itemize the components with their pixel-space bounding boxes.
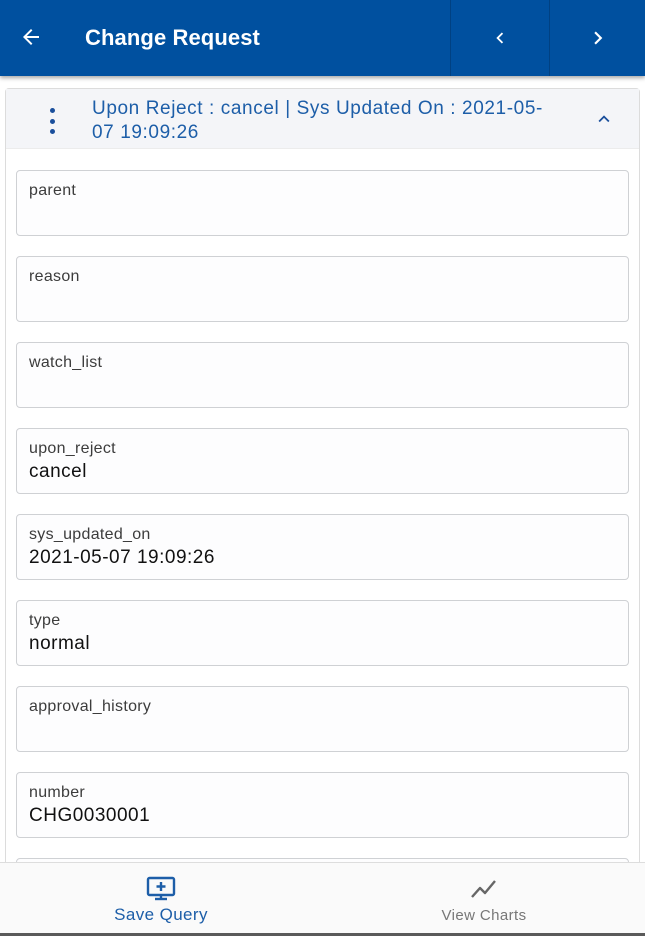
section-header[interactable]: Upon Reject : cancel | Sys Updated On : … [6,89,639,149]
save-query-button[interactable]: Save Query [0,863,322,934]
field-value: 2021-05-07 19:09:26 [29,547,215,568]
line-chart-icon [468,876,500,902]
field-label: type [29,612,61,629]
field-label: parent [29,182,77,199]
field-label: number [29,784,86,801]
view-charts-button[interactable]: View Charts [323,863,645,934]
field-watch-list[interactable]: watch_list [16,342,629,408]
field-value: normal [29,633,91,654]
field-parent[interactable]: parent [16,170,629,236]
field-label: watch_list [29,354,103,371]
view-charts-label: View Charts [441,907,527,924]
app-bar: Change Request [0,0,645,76]
field-approval-history[interactable]: approval_history [16,686,629,752]
section-title: Upon Reject : cancel | Sys Updated On : … [92,98,543,143]
field-value: cancel [29,461,87,482]
field-type[interactable]: type normal [16,600,629,666]
record-section: Upon Reject : cancel | Sys Updated On : … [5,88,640,862]
monitor-plus-icon [145,876,177,902]
back-button[interactable] [14,20,48,54]
previous-record-button[interactable] [450,0,548,76]
field-label: reason [29,268,80,285]
field-number[interactable]: number CHG0030001 [16,772,629,838]
field-sys-updated-on[interactable]: sys_updated_on 2021-05-07 19:09:26 [16,514,629,580]
field-label: upon_reject [29,440,116,457]
field-label: approval_history [29,698,152,715]
field-value: CHG0030001 [29,805,151,826]
chevron-right-icon [593,31,602,45]
save-query-label: Save Query [114,905,208,924]
field-reason[interactable]: reason [16,256,629,322]
bottom-bar: Save Query View Charts [0,862,645,936]
chevron-left-icon [495,32,503,44]
kebab-menu-icon[interactable] [43,108,61,134]
field-label: sys_updated_on [29,526,151,543]
field-upon-reject[interactable]: upon_reject cancel [16,428,629,494]
arrow-left-icon [23,29,39,45]
page-title: Change Request [85,25,260,50]
next-record-button[interactable] [549,0,645,76]
chevron-up-icon[interactable] [592,107,616,131]
record-content[interactable]: Upon Reject : cancel | Sys Updated On : … [0,76,645,862]
